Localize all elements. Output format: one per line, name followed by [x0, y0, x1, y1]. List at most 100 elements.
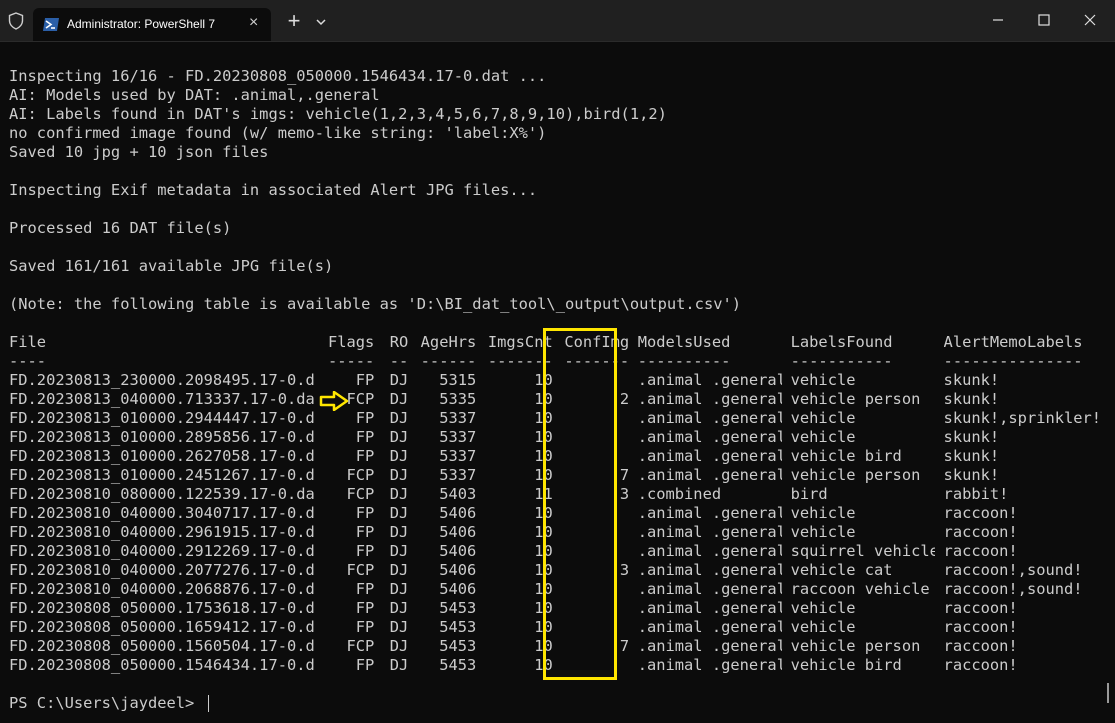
- cell-age-hrs: 5406: [439, 561, 477, 579]
- scrollbar[interactable]: [1107, 683, 1109, 703]
- cell-gap: [935, 390, 944, 409]
- cell-flags: Flags: [327, 333, 375, 351]
- cell-gap: [408, 333, 417, 352]
- cell-gap: [374, 390, 383, 409]
- cell-flags: FCP: [346, 561, 375, 579]
- cell-gap: [315, 561, 324, 580]
- cell-alert-memo-labels: raccoon!: [943, 618, 1018, 636]
- cell-file: FD.20230813_010000.2627058.17-0.dat: [9, 447, 315, 465]
- cell-gap: [374, 466, 383, 485]
- cell-gap: [782, 485, 791, 504]
- cell-models-used: .animal .general: [637, 618, 783, 636]
- cell-gap: [374, 333, 383, 352]
- output-line: Processed 16 DAT file(s): [9, 219, 232, 237]
- cell-gap: [782, 390, 791, 409]
- cell-gap: [629, 656, 638, 675]
- tab-powershell[interactable]: Administrator: PowerShell 7 ×: [33, 8, 271, 41]
- cell-models-used: .animal .general: [637, 599, 783, 617]
- yellow-arrow-icon: [319, 391, 349, 411]
- cell-age-hrs: 5337: [439, 447, 477, 465]
- cell-file: FD.20230808_050000.1546434.17-0.dat: [9, 656, 315, 674]
- cell-gap: [476, 466, 485, 485]
- cell-gap: [782, 447, 791, 466]
- cell-alert-memo-labels: skunk!: [943, 466, 1000, 484]
- cell-age-hrs: 5337: [439, 466, 477, 484]
- cell-gap: [374, 371, 383, 390]
- cell-gap: [782, 580, 791, 599]
- cell-alert-memo-labels: raccoon!: [943, 656, 1018, 674]
- cell-labels-found: vehicle bird: [790, 447, 902, 465]
- cell-labels-found: vehicle: [790, 409, 856, 427]
- cell-gap: [935, 333, 944, 352]
- cell-file: ----: [9, 352, 47, 370]
- cell-gap: [315, 637, 324, 656]
- cell-gap: [476, 447, 485, 466]
- cell-file: FD.20230813_010000.2451267.17-0.dat: [9, 466, 315, 484]
- cell-flags: FP: [355, 580, 375, 598]
- cell-gap: [782, 561, 791, 580]
- cell-file: FD.20230808_050000.1753618.17-0.dat: [9, 599, 315, 617]
- cell-gap: [935, 523, 944, 542]
- minimize-icon[interactable]: [975, 0, 1021, 40]
- output-line: (Note: the following table is available …: [9, 295, 742, 313]
- close-icon[interactable]: ×: [249, 14, 258, 32]
- cell-gap: [782, 352, 791, 371]
- confimg-highlight-box: [543, 328, 617, 680]
- cell-age-hrs: 5337: [439, 428, 477, 446]
- cell-gap: [629, 618, 638, 637]
- cell-file: File: [9, 333, 47, 351]
- cell-gap: [476, 428, 485, 447]
- cell-gap: [476, 333, 485, 352]
- cell-gap: [408, 542, 417, 561]
- cell-labels-found: vehicle: [790, 371, 856, 389]
- cell-flags: FP: [355, 656, 375, 674]
- cell-ro: DJ: [389, 504, 409, 522]
- cell-gap: [629, 485, 638, 504]
- cell-models-used: .animal .general: [637, 447, 783, 465]
- cell-ro: DJ: [389, 542, 409, 560]
- plus-icon[interactable]: +: [282, 10, 306, 34]
- cell-gap: [476, 561, 485, 580]
- cell-file: FD.20230810_040000.3040717.17-0.dat: [9, 504, 315, 522]
- cell-gap: [782, 371, 791, 390]
- cell-alert-memo-labels: ---------------: [943, 352, 1083, 370]
- cell-models-used: .animal .general: [637, 542, 783, 560]
- cell-gap: [476, 371, 485, 390]
- cell-gap: [408, 561, 417, 580]
- cell-gap: [408, 371, 417, 390]
- cell-gap: [629, 466, 638, 485]
- cell-gap: [476, 618, 485, 637]
- cell-ro: DJ: [389, 599, 409, 617]
- cell-labels-found: vehicle bird: [790, 656, 902, 674]
- maximize-icon[interactable]: [1021, 0, 1067, 40]
- cell-ro: DJ: [389, 656, 409, 674]
- cell-models-used: .animal .general: [637, 580, 783, 598]
- cell-gap: [374, 428, 383, 447]
- cell-gap: [629, 390, 638, 409]
- cell-file: FD.20230813_010000.2895856.17-0.dat: [9, 428, 315, 446]
- cell-gap: [315, 447, 324, 466]
- cell-gap: [629, 371, 638, 390]
- cell-labels-found: squirrel vehicle: [790, 542, 936, 560]
- cell-gap: [374, 542, 383, 561]
- cell-gap: [935, 447, 944, 466]
- cell-models-used: .combined: [637, 485, 722, 503]
- cell-alert-memo-labels: skunk!: [943, 371, 1000, 389]
- cell-file: FD.20230813_230000.2098495.17-0.dat: [9, 371, 315, 389]
- cell-gap: [374, 637, 383, 656]
- cell-models-used: .animal .general: [637, 656, 783, 674]
- cell-gap: [629, 352, 638, 371]
- cell-models-used: .animal .general: [637, 466, 783, 484]
- chevron-down-icon[interactable]: [311, 12, 331, 32]
- prompt-line[interactable]: PS C:\Users\jaydeel>: [9, 694, 1104, 713]
- cell-gap: [374, 409, 383, 428]
- cell-models-used: ----------: [637, 352, 731, 370]
- cell-alert-memo-labels: raccoon!,sound!: [943, 561, 1083, 579]
- close-window-icon[interactable]: [1067, 0, 1113, 40]
- cell-ro: DJ: [389, 390, 409, 408]
- cell-gap: [935, 371, 944, 390]
- cell-models-used: .animal .general: [637, 504, 783, 522]
- output-line: Saved 161/161 available JPG file(s): [9, 257, 334, 275]
- cell-gap: [935, 466, 944, 485]
